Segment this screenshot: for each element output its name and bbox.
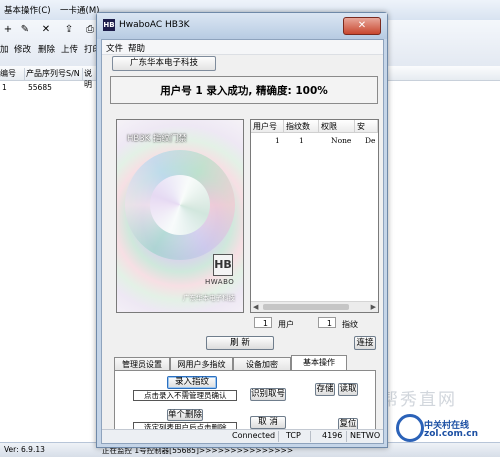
bg-tool-add[interactable]: 加 <box>0 43 9 55</box>
logo-text: HWABO <box>205 278 235 286</box>
hb-logo-icon: HB <box>213 254 233 276</box>
col-user-id[interactable]: 用户号 <box>251 120 284 133</box>
tab-basic-operations[interactable]: 基本操作 <box>291 355 347 371</box>
add-icon[interactable]: + <box>2 24 14 36</box>
connection-protocol: TCP <box>286 431 301 440</box>
swirl-center <box>150 175 210 235</box>
single-delete-button[interactable]: 单个删除 <box>167 409 203 421</box>
status-box: 用户号 1 录入成功, 精确度: 100% <box>110 76 378 104</box>
enroll-hint-input[interactable]: 点击录入不需管理员确认 <box>133 390 237 401</box>
zol-logo-icon <box>396 414 424 442</box>
status-separator <box>346 431 347 442</box>
delete-icon[interactable]: ✕ <box>40 24 52 36</box>
dialog-client-area: 文件 帮助 广东华本电子科技 用户号 1 录入成功, 精确度: 100% HB3… <box>101 39 384 444</box>
fp-count-box: 1 <box>318 317 336 328</box>
upload-icon[interactable]: ⇪ <box>63 24 75 36</box>
status-separator <box>278 431 279 442</box>
scroll-left-icon[interactable]: ◀ <box>253 302 258 312</box>
print-icon[interactable]: ⎙ <box>84 24 96 36</box>
close-icon: ✕ <box>357 20 367 31</box>
bg-cell-serial: 55685 <box>28 83 52 92</box>
identify-button[interactable]: 识别取号 <box>250 388 286 401</box>
cell-sec: De <box>365 136 376 145</box>
col-permission[interactable]: 权限 <box>319 120 355 133</box>
dialog-statusbar: Connected TCP 4196 NETWO <box>102 429 383 443</box>
fingerprint-image-panel: HB3K 指纹门禁 HB HWABO 广东华本电子科技 <box>116 119 244 313</box>
app-icon: HB <box>103 19 115 31</box>
col-fp-count[interactable]: 指纹数 <box>284 120 319 133</box>
fingerprint-dialog: HB HwaboAC HB3K ✕ 文件 帮助 广东华本电子科技 用户号 1 录… <box>96 12 388 448</box>
image-title: HB3K 指纹门禁 <box>127 134 187 144</box>
horizontal-scrollbar[interactable]: ◀ ▶ <box>251 301 378 312</box>
connection-port: 4196 <box>322 431 343 440</box>
status-message: 用户号 1 录入成功, 精确度: 100% <box>160 85 328 97</box>
close-button[interactable]: ✕ <box>343 17 381 35</box>
bg-cell-id: 1 <box>2 83 7 92</box>
bg-tool-edit[interactable]: 修改 <box>14 43 31 55</box>
bg-menu-card[interactable]: 一卡通(M) <box>60 4 99 16</box>
connection-net: NETWO <box>350 431 381 440</box>
tab-device-encryption[interactable]: 设备加密 <box>233 357 291 371</box>
status-separator <box>310 431 311 442</box>
cell-count: 1 <box>299 136 304 145</box>
menu-help[interactable]: 帮助 <box>128 42 145 54</box>
cell-user: 1 <box>275 136 280 145</box>
bg-col-serial[interactable]: 产品序列号S/N <box>26 68 83 80</box>
bg-menu-basic[interactable]: 基本操作(C) <box>4 4 51 16</box>
company-button[interactable]: 广东华本电子科技 <box>112 56 216 71</box>
cell-perm: None <box>331 136 352 145</box>
store-button[interactable]: 存储 <box>315 383 335 396</box>
read-button[interactable]: 读取 <box>338 383 358 396</box>
user-count-label: 用户 <box>278 320 294 329</box>
dialog-menubar: 文件 帮助 <box>102 40 383 55</box>
image-company: 广东华本电子科技 <box>183 294 235 302</box>
scroll-thumb[interactable] <box>263 304 349 310</box>
fp-count-label: 指纹 <box>342 320 358 329</box>
cancel-button[interactable]: 取 消 <box>250 416 286 429</box>
enroll-button[interactable]: 录入指纹 <box>167 376 217 389</box>
bg-tool-upload[interactable]: 上传 <box>61 43 78 55</box>
tab-strip: 管理员设置 网用户多指纹 设备加密 基本操作 <box>114 355 376 371</box>
bg-col-id[interactable]: 编号 <box>0 68 25 80</box>
bg-tool-delete[interactable]: 删除 <box>38 43 55 55</box>
dialog-title: HwaboAC HB3K <box>119 20 190 30</box>
connect-button[interactable]: 连接 <box>354 336 376 350</box>
col-security[interactable]: 安 <box>355 120 378 133</box>
connection-state: Connected <box>232 431 276 440</box>
tab-multi-fingerprint[interactable]: 网用户多指纹 <box>170 357 233 371</box>
edit-icon[interactable]: ✎ <box>19 24 31 36</box>
dialog-titlebar[interactable]: HB HwaboAC HB3K ✕ <box>97 13 387 39</box>
tab-admin-settings[interactable]: 管理员设置 <box>114 357 170 371</box>
menu-file[interactable]: 文件 <box>106 42 123 54</box>
scroll-right-icon[interactable]: ▶ <box>371 302 376 312</box>
bg-status-version: Ver: 6.9.13 <box>4 445 45 454</box>
watermark-domain: zol.com.cn <box>424 429 478 439</box>
user-table[interactable]: 用户号 指纹数 权限 安 1 1 None De ◀ ▶ <box>250 119 379 313</box>
refresh-button[interactable]: 刷 新 <box>206 336 274 350</box>
user-count-box: 1 <box>254 317 272 328</box>
